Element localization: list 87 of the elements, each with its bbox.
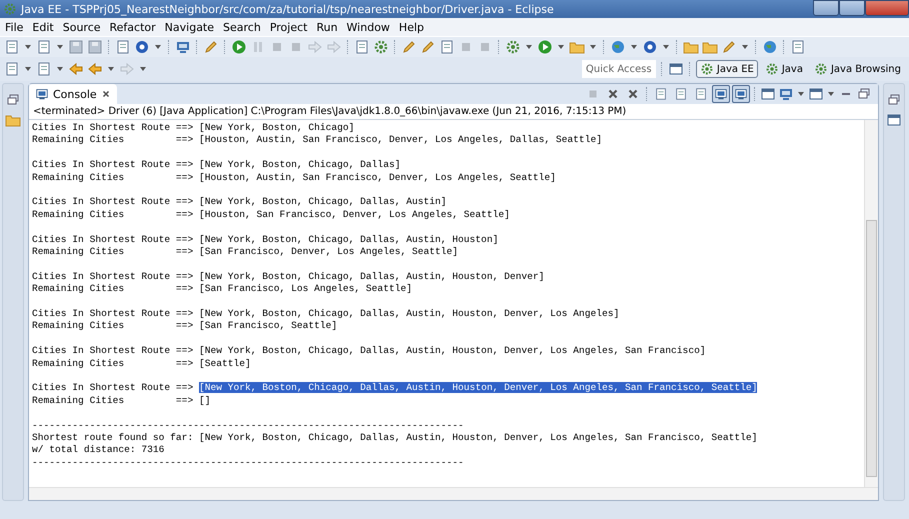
output-line: Cities In Shortest Route ==> — [32, 382, 194, 394]
gear-icon[interactable] — [373, 39, 389, 55]
output-line: Remaining Cities ==> [San Francisco, Los Angeles, Seattle] — [32, 283, 412, 294]
output-line: Shortest route found so far: [New York, Boston, Chicago, Dallas, Austin, Houston, Denver, Los Angeles, San Francisco, Seattle] — [32, 432, 758, 444]
window-icon[interactable] — [760, 86, 776, 102]
output-line: Cities In Shortest Route ==> [New York, Boston, Chicago, Dallas, Austin, Houston, Denver] — [32, 270, 544, 282]
output-line: Cities In Shortest Route ==> [New York, Boston, Chicago, Dallas, Austin, Houston] — [32, 234, 498, 245]
output-line: Remaining Cities ==> [Houston, Austin, San Francisco, Denver, Los Angeles, Seattle] — [32, 172, 556, 183]
perspective-tab[interactable]: Java Browsing — [810, 60, 905, 78]
menu-item[interactable]: Help — [396, 20, 430, 34]
gear-icon[interactable] — [505, 39, 521, 55]
pencil-icon[interactable] — [420, 39, 436, 55]
document-icon — [694, 87, 708, 101]
window-icon[interactable] — [886, 112, 902, 128]
vertical-scrollbar[interactable] — [864, 120, 878, 487]
menu-item[interactable]: Navigate — [162, 20, 220, 34]
output-line: Remaining Cities ==> [Seattle] — [32, 358, 251, 369]
selected-text: [New York, Boston, Chicago, Dallas, Austin, Houston, Denver, Los Angeles, San Francisco, Seattle] — [198, 382, 758, 394]
output-line: Cities In Shortest Route ==> [New York, Boston, Chicago, Dallas, Austin, Houston, Denver, Los Angeles, San Francisco] — [32, 345, 706, 356]
left-arrow-icon[interactable] — [87, 61, 103, 77]
menu-item[interactable]: Edit — [29, 20, 60, 34]
play-icon[interactable] — [231, 39, 247, 55]
menu-item[interactable]: Search — [220, 20, 267, 34]
console-tab[interactable]: Console — [29, 84, 117, 104]
document-icon[interactable] — [36, 39, 52, 55]
output-line: Cities In Shortest Route ==> [New York, Boston, Chicago, Dallas, Austin, Houston, Denver, Los Angeles] — [32, 308, 620, 320]
output-line: Remaining Cities ==> [Houston, San Francisco, Denver, Los Angeles, Seattle] — [32, 208, 510, 220]
document-icon — [674, 87, 688, 101]
output-line: Remaining Cities ==> [San Francisco, Denver, Los Angeles, Seattle] — [32, 246, 458, 258]
gear-icon — [814, 62, 828, 76]
menu-item[interactable]: File — [2, 20, 30, 34]
menu-item[interactable]: Project — [266, 20, 314, 34]
process-label: <terminated> Driver (6) [Java Application] C:\Program Files\Java\jdk1.8.0_66\bin\javaw.exe (Jun 21, 2016, 7:15:13 PM) — [29, 104, 878, 120]
close-icon — [606, 87, 620, 101]
horizontal-scrollbar[interactable] — [29, 487, 878, 500]
console-icon — [714, 87, 728, 101]
output-line: Cities In Shortest Route ==> [New York, Boston, Chicago, Dallas] — [32, 159, 400, 170]
monitor-icon[interactable] — [778, 86, 794, 102]
output-line: --------------------------------------------------------------------------- — [32, 456, 464, 468]
play-icon[interactable] — [537, 39, 553, 55]
output-line: Cities In Shortest Route ==> [New York, Boston, Chicago, Dallas, Austin] — [32, 196, 447, 208]
toolbar-button[interactable] — [732, 85, 750, 103]
output-line: --------------------------------------------------------------------------- — [32, 420, 464, 431]
output-line: Remaining Cities ==> [] — [32, 394, 210, 406]
document-icon[interactable] — [439, 39, 455, 55]
close-button[interactable] — [865, 0, 909, 16]
menu-item[interactable]: Source — [60, 20, 107, 34]
document-icon[interactable] — [115, 39, 131, 55]
output-line: Remaining Cities ==> [San Francisco, Seattle] — [32, 320, 338, 332]
globe-icon[interactable] — [762, 39, 778, 55]
output-line: w/ total distance: 7316 — [32, 444, 164, 456]
gear-icon — [3, 2, 17, 16]
circle-icon[interactable] — [642, 39, 658, 55]
document-icon[interactable] — [790, 39, 806, 55]
window-icon[interactable] — [668, 61, 684, 77]
menu-item[interactable]: Refactor — [106, 20, 162, 34]
console-icon — [734, 87, 748, 101]
circle-icon[interactable] — [134, 39, 150, 55]
quick-access-field[interactable]: Quick Access — [582, 60, 656, 78]
document-icon[interactable] — [4, 61, 20, 77]
left-arrow-icon[interactable] — [68, 61, 84, 77]
output-line: Remaining Cities ==> [Houston, Austin, San Francisco, Denver, Los Angeles, Dallas, Seattle] — [32, 134, 602, 146]
scroll-thumb[interactable] — [866, 220, 877, 477]
pencil-icon[interactable] — [721, 39, 737, 55]
menu-item[interactable]: Run — [313, 20, 344, 34]
menu-item[interactable]: Window — [344, 20, 396, 34]
globe-icon[interactable] — [610, 39, 626, 55]
console-icon — [35, 87, 49, 101]
output-line: Cities In Shortest Route ==> [New York, Boston, Chicago] — [32, 122, 354, 133]
document-icon[interactable] — [36, 61, 52, 77]
perspective-tab[interactable]: Java EE — [696, 60, 758, 78]
perspective-tab[interactable]: Java — [760, 60, 807, 78]
pencil-icon[interactable] — [203, 39, 219, 55]
close-icon[interactable] — [100, 89, 111, 99]
document-icon[interactable] — [4, 39, 20, 55]
gear-icon — [700, 62, 714, 76]
pencil-icon[interactable] — [401, 39, 417, 55]
document-icon — [654, 87, 668, 101]
monitor-icon[interactable] — [175, 39, 191, 55]
window-title: Java EE - TSPPrj05_NearestNeighbor/src/com/za/tutorial/tsp/nearestneighbor/Driver.java - Eclipse — [21, 2, 554, 16]
gear-icon — [764, 62, 779, 76]
document-icon[interactable] — [354, 39, 370, 55]
maximize-button[interactable] — [839, 0, 865, 16]
toolbar-button[interactable] — [712, 85, 730, 103]
window-icon[interactable] — [808, 86, 824, 102]
minimize-button[interactable] — [813, 0, 839, 16]
close-icon — [626, 87, 640, 101]
